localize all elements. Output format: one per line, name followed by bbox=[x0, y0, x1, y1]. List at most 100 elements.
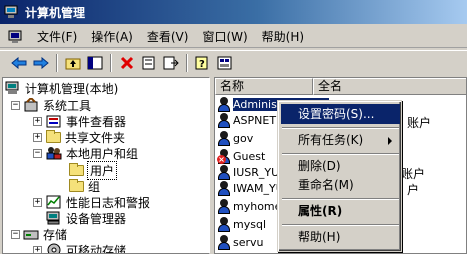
up-folder-icon[interactable] bbox=[62, 53, 84, 73]
tree-label-event-viewer: 事件查看器 bbox=[66, 114, 127, 129]
tree-node-groups[interactable]: 组 bbox=[69, 178, 100, 194]
storage-icon bbox=[23, 227, 39, 241]
fullname-fragment: 账户 bbox=[401, 167, 426, 181]
tree-node-shared-folders[interactable]: 共享文件夹 bbox=[46, 129, 125, 145]
svg-text:?: ? bbox=[199, 59, 205, 70]
fullname-fragment: 户 bbox=[407, 183, 420, 197]
tree-label-removable-storage: 可移动存储 bbox=[66, 243, 127, 254]
tree-node-removable-storage[interactable]: 可移动存储 bbox=[46, 242, 127, 254]
expand-toggle[interactable]: + bbox=[33, 246, 42, 253]
toolbar-separator bbox=[186, 53, 188, 72]
collapse-toggle[interactable]: − bbox=[11, 230, 20, 239]
collapse-toggle[interactable]: − bbox=[33, 149, 42, 158]
tree-label-perf-logs: 性能日志和警报 bbox=[66, 195, 151, 210]
tree-label-storage: 存储 bbox=[43, 227, 68, 242]
folder-icon bbox=[69, 178, 84, 192]
user-icon bbox=[217, 130, 231, 146]
tree-label-root: 计算机管理(本地) bbox=[25, 81, 119, 96]
menu-view[interactable]: 查看(V) bbox=[140, 28, 196, 46]
properties-icon[interactable] bbox=[138, 53, 160, 73]
console-icon[interactable] bbox=[214, 53, 236, 73]
user-icon bbox=[217, 234, 231, 250]
removable-storage-icon bbox=[46, 243, 62, 253]
menu-separator bbox=[282, 198, 399, 200]
user-icon bbox=[217, 96, 231, 112]
menu-file[interactable]: 文件(F) bbox=[30, 28, 84, 46]
menu-item-set-password[interactable]: 设置密码(S)... bbox=[281, 104, 400, 124]
user-icon bbox=[217, 198, 231, 214]
user-name: ASPNET bbox=[233, 113, 277, 127]
expand-toggle[interactable]: + bbox=[33, 133, 42, 142]
menu-window[interactable]: 窗口(W) bbox=[195, 28, 254, 46]
menu-separator bbox=[282, 224, 399, 226]
user-name: IUSR_YU bbox=[233, 165, 280, 179]
user-name: Guest bbox=[233, 149, 266, 163]
tree-node-device-manager[interactable]: 设备管理器 bbox=[46, 210, 126, 226]
disabled-user-icon: × bbox=[217, 148, 231, 164]
delete-icon[interactable] bbox=[116, 53, 138, 73]
computer-management-window: 计算机管理 文件(F) 操作(A) 查看(V) 窗口(W) 帮助(H) ? 计算… bbox=[0, 0, 467, 254]
user-name: mysql bbox=[233, 217, 266, 231]
event-viewer-icon bbox=[46, 114, 62, 128]
menu-item-all-tasks-label: 所有任务(K) bbox=[298, 133, 364, 147]
shared-folder-icon bbox=[46, 129, 61, 143]
user-icon bbox=[217, 164, 231, 180]
tree-node-storage[interactable]: 存储 bbox=[23, 226, 67, 242]
menu-item-help[interactable]: 帮助(H) bbox=[281, 227, 400, 247]
expand-toggle[interactable]: + bbox=[33, 198, 42, 207]
computer-management-icon bbox=[4, 5, 20, 19]
forward-arrow-icon[interactable] bbox=[30, 53, 52, 73]
user-name: servu bbox=[233, 235, 264, 249]
tree-node-perf-logs[interactable]: 性能日志和警报 bbox=[46, 194, 150, 210]
collapse-toggle[interactable]: − bbox=[11, 101, 20, 110]
menu-separator bbox=[282, 127, 399, 129]
toolbar-separator bbox=[56, 53, 58, 72]
tools-icon bbox=[23, 96, 39, 112]
console-tree: 计算机管理(本地) − 系统工具 + 事件查看器 + 共享文件夹 − 本地用户和… bbox=[2, 77, 210, 254]
user-name: myhome bbox=[233, 199, 282, 213]
menu-item-properties[interactable]: 属性(R) bbox=[281, 201, 400, 221]
context-menu: 设置密码(S)... 所有任务(K) 删除(D) 重命名(M) 属性(R) 帮助… bbox=[277, 100, 402, 252]
toolbar-separator bbox=[110, 53, 112, 72]
tree-label-users: 用户 bbox=[86, 160, 118, 180]
export-icon[interactable] bbox=[160, 53, 182, 73]
computer-icon bbox=[5, 81, 21, 95]
tree-label-shared-folders: 共享文件夹 bbox=[65, 130, 126, 145]
column-header-fullname[interactable]: 全名 bbox=[313, 78, 466, 95]
menu-item-delete[interactable]: 删除(D) bbox=[281, 156, 400, 176]
tree-node-root[interactable]: 计算机管理(本地) bbox=[5, 80, 118, 96]
window-title: 计算机管理 bbox=[25, 5, 86, 20]
help-icon[interactable]: ? bbox=[192, 53, 214, 73]
user-icon bbox=[217, 112, 231, 128]
device-manager-icon bbox=[46, 211, 62, 225]
fullname-fragment: 账户 bbox=[407, 116, 432, 130]
toolbar: ? bbox=[0, 50, 467, 74]
show-tree-icon[interactable] bbox=[84, 53, 106, 73]
tree-node-event-viewer[interactable]: 事件查看器 bbox=[46, 113, 126, 129]
tree-label-system-tools: 系统工具 bbox=[43, 98, 92, 113]
mmc-system-menu-icon[interactable] bbox=[8, 30, 24, 44]
tree-node-system-tools[interactable]: 系统工具 bbox=[23, 96, 92, 113]
user-name: gov bbox=[233, 131, 254, 145]
menu-item-rename[interactable]: 重命名(M) bbox=[281, 175, 400, 195]
user-icon bbox=[217, 180, 231, 196]
menu-bar: 文件(F) 操作(A) 查看(V) 窗口(W) 帮助(H) bbox=[0, 26, 467, 48]
menu-separator bbox=[282, 153, 399, 155]
menu-action[interactable]: 操作(A) bbox=[84, 28, 140, 46]
expand-toggle[interactable]: + bbox=[33, 117, 42, 126]
tree-label-device-manager: 设备管理器 bbox=[66, 211, 127, 226]
menu-item-all-tasks[interactable]: 所有任务(K) bbox=[281, 130, 400, 150]
back-arrow-icon[interactable] bbox=[8, 53, 30, 73]
title-bar[interactable]: 计算机管理 bbox=[0, 0, 467, 24]
user-icon bbox=[217, 216, 231, 232]
column-header-name[interactable]: 名称 bbox=[215, 78, 313, 95]
tree-node-users[interactable]: 用户 bbox=[69, 160, 118, 180]
menu-help[interactable]: 帮助(H) bbox=[255, 28, 311, 46]
tree-node-local-users-groups[interactable]: 本地用户和组 bbox=[46, 145, 138, 161]
performance-logs-icon bbox=[46, 195, 62, 209]
tree-label-groups: 组 bbox=[88, 179, 101, 194]
users-group-icon bbox=[46, 146, 62, 160]
tree-label-local-users-groups: 本地用户和组 bbox=[66, 146, 139, 161]
submenu-arrow-icon bbox=[388, 137, 392, 145]
folder-open-icon bbox=[69, 162, 84, 176]
